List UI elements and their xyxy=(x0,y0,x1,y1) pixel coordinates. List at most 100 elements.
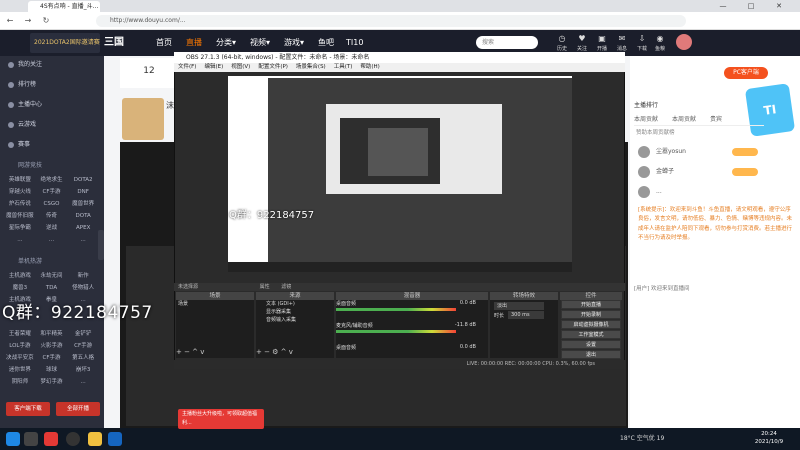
category-row[interactable]: 星际争霸 逆战 APEX xyxy=(4,222,100,234)
category-row[interactable]: ......... xyxy=(4,234,100,246)
nested-taskbar xyxy=(228,262,572,272)
all-live-button[interactable]: 全部开播 xyxy=(56,402,100,416)
user-avatar xyxy=(638,166,650,178)
mascot-badge: TI xyxy=(744,83,796,137)
qq-group-watermark: Q群：922184757 xyxy=(2,303,153,323)
category-row[interactable]: 阴阳师 梦幻手游... xyxy=(4,376,100,388)
category-row[interactable]: 迷你世界 球球 崩坏3 xyxy=(4,364,100,376)
nested-capture-4 xyxy=(368,128,428,176)
search-input[interactable]: 搜索 xyxy=(476,36,538,49)
tab-week-contrib-2[interactable]: 本周贡献 xyxy=(672,114,696,125)
chat-system-message: [系统提示]：欢迎来到斗鱼！斗鱼直播，请文明观看，遵守公序良俗，发言文明，请勿低… xyxy=(638,207,793,242)
virtual-camera-button[interactable]: 启动虚拟摄像机 xyxy=(561,320,621,329)
app-icon[interactable] xyxy=(44,432,58,446)
rank-notice: 赞助本周贡献榜 xyxy=(636,130,675,136)
clock[interactable]: 20:24 2021/10/9 xyxy=(744,430,794,448)
menu-help[interactable]: 帮助(H) xyxy=(360,63,379,72)
douyu-icon[interactable] xyxy=(88,432,102,446)
windows-start-icon[interactable] xyxy=(6,432,20,446)
menu-file[interactable]: 文件(F) xyxy=(178,63,196,72)
tab-vip[interactable]: 贵宾 xyxy=(710,114,722,125)
address-bar[interactable]: http://www.douyu.com/... xyxy=(96,15,686,27)
filters-button[interactable]: 滤镜 xyxy=(281,284,291,290)
obs-title: OBS 27.1.3 (64-bit, windows) - 配置文件：未命名 … xyxy=(174,52,625,63)
sidebar-item-follow[interactable]: 我的关注 xyxy=(4,58,100,72)
maximize-button[interactable]: □ xyxy=(740,0,762,12)
event-logo[interactable]: 2021DOTA2国际邀请赛 xyxy=(30,33,100,53)
minimize-button[interactable]: — xyxy=(712,0,734,12)
rank-icon xyxy=(8,82,14,88)
chat-message: [用户] 欢迎来到直播间 xyxy=(634,286,690,292)
category-row[interactable]: 穿越火线 CF手游 DNF xyxy=(4,186,100,198)
obs-icon[interactable] xyxy=(66,432,80,446)
menu-edit[interactable]: 编辑(E) xyxy=(204,63,223,72)
cloud-icon xyxy=(8,122,14,128)
sidebar-item-rank[interactable]: 排行榜 xyxy=(4,78,100,92)
trophy-icon xyxy=(8,142,14,148)
category-row[interactable]: LOL手游 火影手游 CF手游 xyxy=(4,340,100,352)
sidebar-item-events[interactable]: 赛事 xyxy=(4,138,100,152)
steam-icon[interactable] xyxy=(108,432,122,446)
duration-input[interactable]: 300 ms xyxy=(508,311,544,319)
weather-tray[interactable]: 18°C 空气优 19 xyxy=(620,431,740,447)
reload-button[interactable]: ↻ xyxy=(40,15,52,27)
mixer-channel[interactable]: 桌面音频 0.0 dB xyxy=(336,344,486,360)
start-streaming-button[interactable]: 开始直播 xyxy=(561,300,621,309)
studio-mode-button[interactable]: 工作室模式 xyxy=(561,330,621,339)
category-row[interactable]: 主机游戏 永劫无间 新作 xyxy=(4,270,100,282)
client-download-button[interactable]: 客户端下载 xyxy=(6,402,50,416)
properties-button[interactable]: 属性 xyxy=(260,284,270,290)
transition-select[interactable]: 淡出 xyxy=(494,302,544,310)
fish-food-button[interactable]: ◉ 鱼粮 xyxy=(652,33,668,55)
category-row[interactable]: 英雄联盟 绝地求生 DOTA2 xyxy=(4,174,100,186)
close-window-button[interactable]: ✕ xyxy=(768,0,790,12)
source-item-display[interactable]: 显示器采集 xyxy=(256,308,336,316)
fan-upgrade-banner[interactable]: 主播粉丝大升级啦，可领取超值福利... xyxy=(178,409,264,429)
start-recording-button[interactable]: 开始录制 xyxy=(561,310,621,319)
rank-tabs: 本周贡献 本周贡献 贵宾 xyxy=(634,114,764,126)
menu-scene-collection[interactable]: 场景集合(S) xyxy=(296,63,326,72)
scene-add-button[interactable]: + − ^ v xyxy=(176,348,204,356)
rank-row[interactable]: ... xyxy=(634,182,764,202)
nav-home[interactable]: 首页 xyxy=(156,30,172,56)
download-button[interactable]: ⇩ 下载 xyxy=(634,33,650,55)
forward-button[interactable]: → xyxy=(22,15,34,27)
category-row[interactable]: 魔兽怀旧服 传奇 DOTA xyxy=(4,210,100,222)
menu-profile[interactable]: 配置文件(P) xyxy=(258,63,288,72)
category-row[interactable]: 炉石传说 CSGO 魔兽世界 xyxy=(4,198,100,210)
streamer-avatar[interactable] xyxy=(122,98,164,140)
settings-button[interactable]: 设置 xyxy=(561,340,621,349)
tab-week-contrib[interactable]: 本周贡献 xyxy=(634,114,658,125)
message-icon: ✉ xyxy=(618,34,626,43)
menu-tools[interactable]: 工具(T) xyxy=(334,63,353,72)
fish-icon: ◉ xyxy=(656,34,664,43)
room-level: 12 xyxy=(120,58,178,88)
back-button[interactable]: ← xyxy=(4,15,16,27)
menu-view[interactable]: 视图(V) xyxy=(231,63,250,72)
mixer-channel[interactable]: 桌面音频 0.0 dB xyxy=(336,300,486,316)
obs-menu-bar: 文件(F) 编辑(E) 视图(V) 配置文件(P) 场景集合(S) 工具(T) … xyxy=(174,63,625,72)
category-row[interactable]: 王者荣耀 和平精英 金铲铲 xyxy=(4,328,100,340)
category-row[interactable]: 决战平安京 CF手游 第五人格 xyxy=(4,352,100,364)
source-item-audio[interactable]: 音频输入采集 xyxy=(256,316,336,324)
rank-row[interactable]: 金蝉子 xyxy=(634,162,764,182)
sidebar-item-anchor-center[interactable]: 主播中心 xyxy=(4,98,100,112)
source-item-text[interactable]: 文本 (GDI+) xyxy=(256,300,336,308)
volume-meter xyxy=(336,308,456,311)
sidebar-item-cloud-game[interactable]: 云游戏 xyxy=(4,118,100,132)
source-add-button[interactable]: + − ⚙ ^ v xyxy=(256,348,293,356)
search-icon[interactable] xyxy=(24,432,38,446)
sidebar-section-single: 单机热游 xyxy=(18,258,43,265)
exit-button[interactable]: 退出 xyxy=(561,350,621,359)
user-avatar xyxy=(638,186,650,198)
category-row[interactable]: 魔兽3 TDA 怪物猎人 xyxy=(4,282,100,294)
brand-logo[interactable]: 三国 xyxy=(104,35,132,51)
rank-title: 主播排行 xyxy=(634,102,659,109)
avatar[interactable] xyxy=(676,34,692,50)
scene-item[interactable]: 场景 xyxy=(178,300,188,307)
mixer-channel[interactable]: 麦克风/辅助音频 -11.8 dB xyxy=(336,322,486,338)
pc-client-button[interactable]: PC客户端 xyxy=(724,67,768,79)
panel-sources-header: 来源 xyxy=(256,292,334,300)
rank-row[interactable]: 尘嚣yosun xyxy=(634,142,764,162)
browser-tab[interactable]: 4S有点响 - 直播_斗鱼... xyxy=(28,1,100,12)
